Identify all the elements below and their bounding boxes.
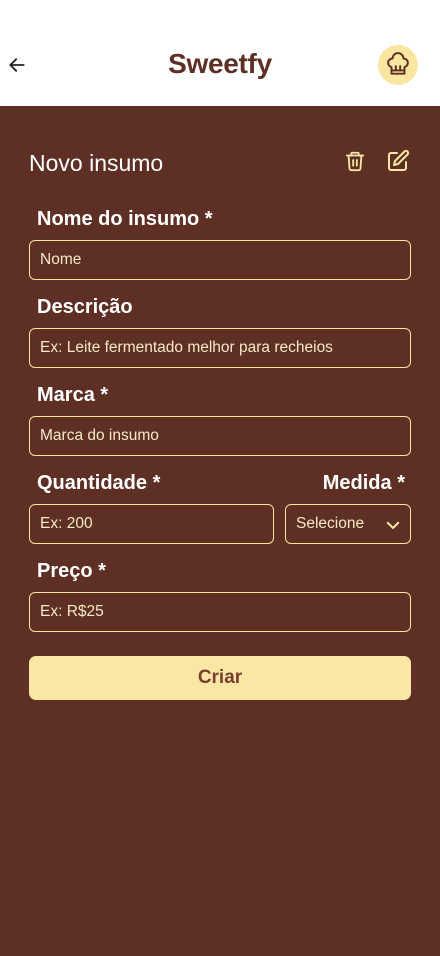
description-placeholder: Ex: Leite fermentado melhor para recheio… <box>40 339 333 356</box>
description-label: Descrição <box>37 296 133 318</box>
trash-icon <box>345 151 365 172</box>
name-label: Nome do insumo * <box>37 208 213 230</box>
brand-placeholder: Marca do insumo <box>40 427 159 444</box>
price-input[interactable]: Ex: R$25 <box>29 592 411 632</box>
description-input[interactable]: Ex: Leite fermentado melhor para recheio… <box>29 328 411 368</box>
brand-label: Marca * <box>37 384 109 406</box>
edit-button[interactable] <box>385 148 411 174</box>
app-title: Sweetfy <box>168 48 272 79</box>
chef-hat-icon <box>387 52 409 75</box>
name-placeholder: Nome <box>40 251 82 268</box>
quantity-label: Quantidade * <box>37 472 161 494</box>
quantity-placeholder: Ex: 200 <box>40 515 93 532</box>
form-title: Novo insumo <box>29 150 164 176</box>
brand-input[interactable]: Marca do insumo <box>29 416 411 456</box>
quantity-input[interactable]: Ex: 200 <box>29 504 274 544</box>
name-input[interactable]: Nome <box>29 240 411 280</box>
avatar-button[interactable] <box>378 45 418 85</box>
delete-button[interactable] <box>342 148 368 174</box>
chevron-down-icon <box>386 521 400 529</box>
form-panel: Novo insumo Nome do insumo * Nome Descri… <box>0 106 440 956</box>
measure-select[interactable]: Selecione <box>285 504 411 544</box>
measure-label: Medida * <box>322 472 405 494</box>
price-placeholder: Ex: R$25 <box>40 603 104 620</box>
price-label: Preço * <box>37 560 106 582</box>
measure-selected-value: Selecione <box>296 515 365 532</box>
app-header: Sweetfy <box>0 0 440 106</box>
create-button[interactable]: Criar <box>29 656 411 700</box>
edit-icon <box>388 149 410 171</box>
